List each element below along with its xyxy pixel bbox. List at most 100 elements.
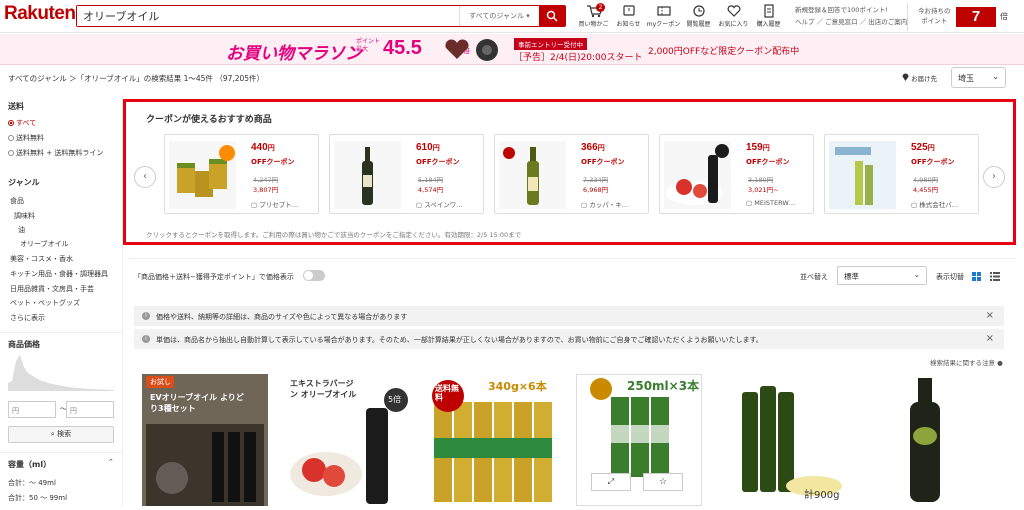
coupon-card[interactable]: 440円 OFFクーポン 4,247円 3,807円 ▢ プリセプト… [164, 134, 319, 214]
search-notes-text: 検索結果に関する注意 [930, 359, 995, 367]
chevron-down-icon: ⌄ [992, 72, 999, 81]
product-card[interactable]: お試し EVオリーブオイル よりどり3種セット [142, 374, 268, 506]
search-button[interactable] [539, 6, 565, 26]
original-price: 4,247円 [253, 176, 279, 184]
genre-item[interactable]: キッチン用品・食器・調理器具 [10, 269, 108, 279]
list-view-icon[interactable] [990, 272, 1000, 281]
nav-cart[interactable]: 2 買い物かご [576, 2, 611, 28]
search-input[interactable] [77, 6, 459, 26]
coupon-off-label: OFFクーポン [746, 158, 790, 166]
coupon-amount-value: 366 [581, 142, 598, 153]
volume-option[interactable]: 合計：〜 49ml [8, 478, 56, 488]
coupon-amount: 159円 [746, 142, 770, 153]
price-search-label: 検索 [57, 430, 72, 438]
delivery-prefecture-select[interactable]: 埼玉 ⌄ [951, 67, 1006, 88]
product-card[interactable] [866, 374, 992, 506]
nav-coupon[interactable]: myクーポン [646, 2, 681, 28]
carousel-prev-button[interactable]: ‹ [134, 166, 156, 188]
carousel-next-button[interactable]: › [983, 166, 1005, 188]
shop-name: ▢ カッパ・キ… [581, 199, 628, 209]
coupon-card[interactable]: 366円 OFFクーポン 7,334円 6,968円 ▢ カッパ・キ… [494, 134, 649, 214]
points-widget[interactable]: 今お持ちの ポイント 7 倍 [907, 3, 1024, 31]
coupon-off-label: OFFクーポン [911, 158, 955, 166]
shipping-option-all[interactable]: すべて [8, 118, 36, 128]
coupon-card[interactable]: 525円 OFFクーポン 4,980円 4,455円 ▢ 株式会社バ… [824, 134, 979, 214]
coupon-amount: 610円 [416, 142, 440, 153]
product-card[interactable]: 送料無料 340g×6本 [430, 374, 556, 506]
product-card[interactable]: 計900g [722, 374, 848, 506]
shop-icon: ▢ [746, 199, 753, 207]
shipping-option-free-line[interactable]: 送料無料 + 送料無料ライン [8, 148, 103, 158]
product-tag: お試し [150, 378, 171, 386]
coupon-amount-unit: 円 [432, 145, 440, 152]
shop-name: ▢ 株式会社バ… [911, 199, 958, 209]
coupon-amount-value: 610 [416, 142, 433, 153]
genre-item[interactable]: 食品 [10, 196, 24, 206]
genre-item[interactable]: 日用品雑貨・文房具・手芸 [10, 284, 94, 294]
discount-price: 6,968円 [583, 186, 609, 194]
price-search-button[interactable]: ⌕ 検索 [8, 426, 114, 443]
genre-item[interactable]: ペット・ペットグッズ [10, 298, 80, 308]
coupon-off-label: OFFクーポン [251, 158, 295, 166]
coupon-amount-unit: 円 [762, 145, 770, 152]
favorite-button[interactable]: ☆ [643, 473, 683, 491]
notice-banner: i 価格や送料、納期等の詳細は、商品のサイズや色によって異なる場合があります × [134, 306, 1004, 326]
coupon-recommendations: クーポンが使えるおすすめ商品 ‹ › 440円 OFFクーポン 4,247円 3… [123, 99, 1016, 245]
breadcrumb[interactable]: すべてのジャンル ＞「オリーブオイル」の検索結果 1〜45件 （97,205件） [8, 73, 264, 84]
coupon-amount-unit: 円 [927, 145, 935, 152]
global-header: Rakuten すべてのジャンル ▾ 2 買い物かご お知らせ myクーポン 閲覧… [0, 0, 1024, 33]
genre-select[interactable]: すべてのジャンル ▾ [459, 6, 539, 26]
header-icon-nav: 2 買い物かご お知らせ myクーポン 閲覧履歴 お気に入り 購入履歴 [576, 2, 786, 28]
display-switch-label: 表示切替 [936, 273, 964, 281]
close-icon[interactable]: × [986, 333, 994, 344]
search-notes-link[interactable]: 検索結果に関する注意 ● [930, 357, 1003, 367]
price-max-input[interactable]: 円 [66, 401, 114, 418]
info-icon: i [142, 312, 150, 320]
location-pin-icon [902, 73, 909, 81]
help-links[interactable]: ヘルプ ／ ご意見窓口 ／ 出店のご案内 [795, 16, 907, 28]
notice-text: 単価は、商品名から抽出し自動計算して表示している場合があります。そのため、一部計… [156, 336, 763, 344]
nav-favorite[interactable]: お気に入り [716, 2, 751, 28]
price-min-input[interactable]: 円 [8, 401, 56, 418]
rakuten-logo[interactable]: Rakuten [4, 3, 76, 25]
discount-price: 3,021円~ [748, 186, 779, 194]
shop-name: ▢ MEISTERW… [746, 199, 795, 207]
close-icon[interactable]: × [986, 310, 994, 321]
price-max-placeholder: 円 [70, 407, 77, 415]
nav-history[interactable]: 閲覧履歴 [681, 2, 716, 28]
sort-select[interactable]: 標準 ⌄ [837, 266, 927, 285]
coupon-card[interactable]: 610円 OFFクーポン 5,184円 4,574円 ▢ スペインワ… [329, 134, 484, 214]
original-price: 4,980円 [913, 176, 939, 184]
coupon-off-label: OFFクーポン [416, 158, 460, 166]
coupon-amount: 366円 [581, 142, 605, 153]
genre-item[interactable]: 調味料 [14, 211, 35, 221]
nav-notice[interactable]: お知らせ [611, 2, 646, 28]
nav-purchase[interactable]: 購入履歴 [751, 2, 786, 28]
genre-item[interactable]: 美容・コスメ・香水 [10, 254, 73, 264]
marathon-banner[interactable]: お買い物マラソン ポイント 最大 45.5 倍 事前エントリー受付中 ［予告］2… [0, 34, 1024, 65]
genre-item[interactable]: 油 [18, 225, 25, 235]
free-shipping-label: 送料無料 [435, 384, 459, 402]
genre-item-selected[interactable]: オリーブオイル [20, 239, 69, 249]
nav-cart-label: 買い物かご [578, 21, 609, 28]
coupon-card[interactable]: 159円 OFFクーポン 3,180円 3,021円~ ▢ MEISTERW… [659, 134, 814, 214]
price-display-toggle[interactable] [303, 270, 325, 281]
shipping-title: 送料 [8, 102, 24, 111]
radio [8, 135, 14, 141]
zoom-button[interactable]: ⤢ [591, 473, 631, 491]
coupon-title: クーポンが使えるおすすめ商品 [146, 115, 272, 125]
chevron-up-icon[interactable]: ⌃ [108, 458, 114, 466]
notice-banner: i 単価は、商品名から抽出し自動計算して表示している場合があります。そのため、一部… [134, 329, 1004, 349]
genre-show-more[interactable]: さらに表示 [10, 313, 45, 323]
grid-view-icon[interactable] [972, 272, 981, 281]
price-histogram [8, 355, 114, 391]
volume-option[interactable]: 合計：50 〜 99ml [8, 493, 67, 503]
shipping-option-free[interactable]: 送料無料 [8, 133, 44, 143]
coupon-note: クリックするとクーポンを取得します。ご利用の際は買い物かごで該当のクーポンをご指… [146, 231, 522, 239]
entry-badge: 事前エントリー受付中 [514, 38, 587, 50]
signup-link[interactable]: 新規登録＆回答で100ポイント! [795, 4, 907, 16]
bell-icon [622, 5, 635, 16]
genre-title: ジャンル [8, 178, 40, 187]
product-card[interactable]: エキストラバージン オリーブオイル 5倍 [286, 374, 412, 506]
product-card-hover[interactable]: 250ml×3本 ⤢ ☆ [576, 374, 702, 506]
